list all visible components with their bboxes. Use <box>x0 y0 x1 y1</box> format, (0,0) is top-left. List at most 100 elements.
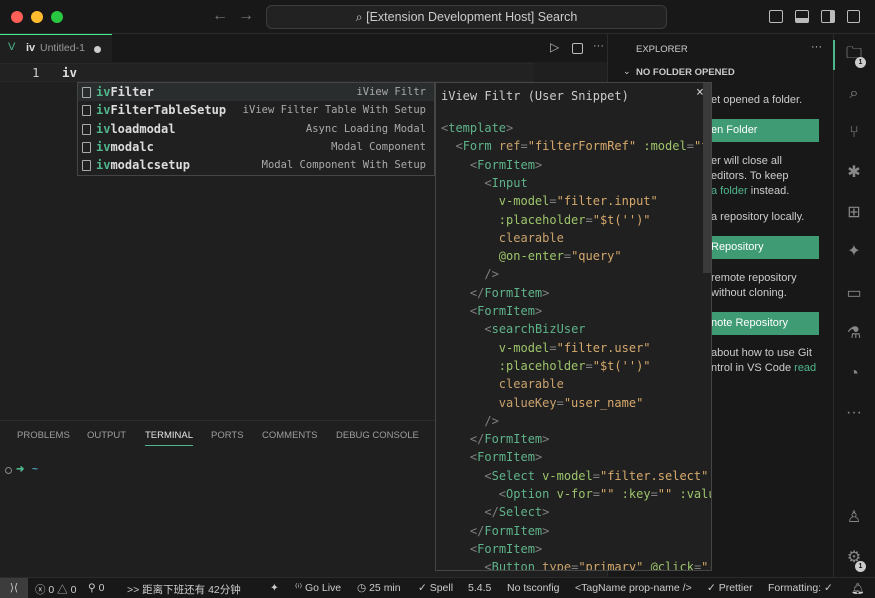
notifications-bell-icon[interactable]: 🔔︎ <box>851 582 864 595</box>
toggle-secondary-sidebar-icon[interactable] <box>821 10 835 23</box>
code-line: <Select v-model="filter.select" <box>484 468 709 483</box>
explorer-title: EXPLORER <box>636 44 688 55</box>
maximize-window-button[interactable] <box>51 11 63 23</box>
extensions-icon[interactable]: ⊞ <box>845 204 863 222</box>
snippet-icon <box>82 160 91 172</box>
toggle-primary-sidebar-icon[interactable] <box>769 10 783 23</box>
code-line: /> <box>484 267 499 282</box>
panel-tab-comments[interactable]: COMMENTS <box>262 430 317 441</box>
code-line: <searchBizUser <box>484 322 586 337</box>
editor-text[interactable]: iv <box>62 65 77 80</box>
git-graph-icon[interactable]: ◔ <box>845 365 863 383</box>
suggest-item[interactable]: ivmodalc Modal Component <box>78 138 434 156</box>
ts-version-status[interactable]: 5.4.5 <box>468 582 491 594</box>
section-header[interactable]: NO FOLDER OPENED <box>636 67 735 78</box>
suggest-item[interactable]: ivloadmodal Async Loading Modal <box>78 120 434 138</box>
panel-tab-terminal[interactable]: TERMINAL <box>145 430 194 446</box>
activity-bar <box>833 34 875 577</box>
code-line: :placeholder="$t('')" <box>498 358 651 373</box>
suggest-details: iView Filtr (User Snippet) × <template> … <box>435 82 712 571</box>
open-remote-repository-button[interactable]: note Repository <box>711 312 819 335</box>
code-line: <Option v-for="" :key="" :valu <box>498 487 712 501</box>
suggest-item[interactable]: ivFilter iView Filtr <box>78 83 434 102</box>
explorer-more-icon[interactable]: ··· <box>811 41 822 53</box>
code-line: <Button type="primary" @click="( <box>484 560 711 571</box>
source-control-icon[interactable]: ⑂ <box>845 124 863 142</box>
vue-status-icon[interactable]: ✦ <box>270 582 279 594</box>
chevron-down-icon[interactable]: ⌄ <box>623 66 631 77</box>
clone-repository-button[interactable]: Repository <box>711 236 819 259</box>
open-folder-button[interactable]: en Folder <box>711 119 819 142</box>
ports-status[interactable]: ⚲ 0 <box>88 582 104 594</box>
sidebar-text: remote repository <box>711 272 797 284</box>
testing-flask-icon[interactable]: ⚗ <box>845 325 863 343</box>
sidebar-text: ntrol in VS Code read <box>711 362 817 374</box>
snippet-icon <box>82 87 91 98</box>
code-line: <template> <box>441 121 514 135</box>
run-icon[interactable]: ▷ <box>550 40 559 54</box>
close-window-button[interactable] <box>11 11 23 23</box>
back-arrow-icon[interactable]: ← <box>212 7 228 25</box>
code-line: </FormItem> <box>469 432 550 447</box>
read-docs-link[interactable]: read <box>794 362 816 374</box>
problems-status[interactable]: ⓧ 0 △ 0 <box>35 582 76 597</box>
active-indicator <box>833 40 835 70</box>
prettier-status[interactable]: ✓ Prettier <box>707 582 753 594</box>
formatting-status[interactable]: Formatting: ✓ <box>768 582 833 594</box>
tagname-status[interactable]: <TagName prop-name /> <box>575 582 692 594</box>
countdown-status[interactable]: >> 距离下班还有 42分钟 <box>127 582 241 597</box>
details-scrollbar[interactable] <box>703 83 711 273</box>
spell-status[interactable]: ✓ Spell <box>418 582 453 594</box>
tab-untitled-1[interactable]: V iv Untitled-1 <box>0 34 112 62</box>
search-icon[interactable]: ⌕ <box>845 85 863 103</box>
search-icon: ⌕ <box>355 10 367 24</box>
code-line: valueKey="user_name" <box>498 395 644 410</box>
terminal-status-icon <box>5 467 12 474</box>
code-line: clearable <box>498 377 564 392</box>
panel-tab-problems[interactable]: PROBLEMS <box>17 430 70 441</box>
suggest-widget: ivFilter iView Filtr ivFilterTableSetup iVi… <box>77 82 435 176</box>
snippet-icon <box>82 141 91 153</box>
code-line: </FormItem> <box>469 523 550 538</box>
remote-icon[interactable]: ⟩⟨ <box>0 578 28 598</box>
panel-tab-output[interactable]: OUTPUT <box>87 430 126 441</box>
suggest-item[interactable]: ivmodalcsetup Modal Component With Setup <box>78 156 434 174</box>
status-bar: ⟩⟨ ⓧ 0 △ 0 ⚲ 0 >> 距离下班还有 42分钟 ✦ ⁽ⁱ⁾ Go L… <box>0 577 875 598</box>
code-line: clearable <box>498 230 564 245</box>
sidebar-text: about how to use Git <box>711 347 812 359</box>
explorer-badge: 1 <box>855 57 866 68</box>
tsconfig-status[interactable]: No tsconfig <box>507 582 560 594</box>
timer-status[interactable]: ◷ 25 min <box>357 582 401 594</box>
line-number: 1 <box>32 65 40 80</box>
sidebar-text: editors. To keep <box>711 170 789 182</box>
go-live-status[interactable]: ⁽ⁱ⁾ Go Live <box>295 582 341 594</box>
code-line: </Select> <box>484 505 550 520</box>
sidebar-text: a folder instead. <box>711 185 790 197</box>
code-line: v-model="filter.user" <box>498 340 651 355</box>
command-center-search[interactable]: ⌕ [Extension Development Host] Search <box>266 5 667 29</box>
minimize-window-button[interactable] <box>31 11 43 23</box>
unsaved-dot-icon[interactable] <box>94 46 101 53</box>
code-line: /> <box>484 413 499 428</box>
panel-tab-ports[interactable]: PORTS <box>211 430 244 441</box>
details-title: iView Filtr (User Snippet) <box>441 89 629 103</box>
customize-layout-icon[interactable] <box>847 10 860 23</box>
snippet-icon <box>82 123 91 135</box>
vue-extension-icon[interactable]: ✦ <box>845 243 863 261</box>
code-line: :placeholder="$t('')" <box>498 212 651 227</box>
accounts-icon[interactable]: ♙ <box>845 509 863 527</box>
more-actions-icon[interactable]: ··· <box>593 40 604 52</box>
forward-arrow-icon[interactable]: → <box>238 7 254 25</box>
manage-badge: 1 <box>855 561 866 572</box>
remote-explorer-icon[interactable]: ▭ <box>845 285 863 303</box>
debug-bug-icon[interactable]: ✱ <box>845 164 863 182</box>
more-views-icon[interactable]: ··· <box>845 404 863 422</box>
split-editor-icon[interactable] <box>572 43 583 54</box>
sidebar-text: without cloning. <box>711 287 787 299</box>
open-folder-link[interactable]: a folder <box>711 185 748 197</box>
code-line: <FormItem> <box>469 450 543 465</box>
suggest-item[interactable]: ivFilterTableSetup iView Filter Table Wit… <box>78 101 434 119</box>
toggle-panel-icon[interactable] <box>795 10 809 23</box>
code-line: <Input <box>484 175 528 190</box>
panel-tab-debug-console[interactable]: DEBUG CONSOLE <box>336 430 419 441</box>
